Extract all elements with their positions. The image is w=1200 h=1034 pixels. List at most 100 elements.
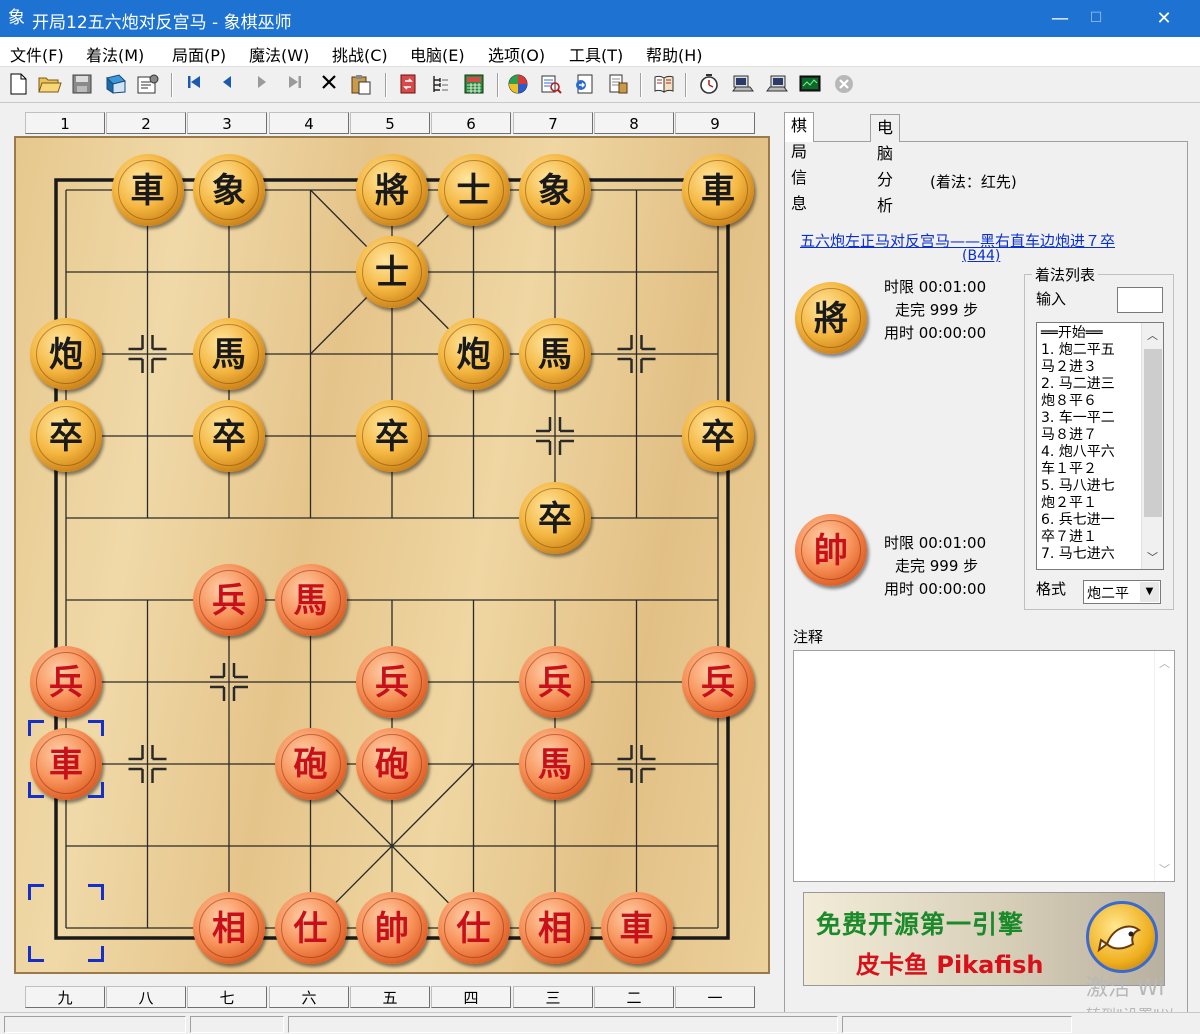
scroll-up-icon[interactable]: ︿ <box>1147 327 1158 343</box>
red-piece[interactable]: 相 <box>193 892 265 964</box>
machine2-icon[interactable] <box>765 73 789 97</box>
save-icon[interactable] <box>70 73 94 97</box>
menu-file[interactable]: 文件(F) <box>10 42 64 66</box>
red-piece[interactable]: 兵 <box>519 646 591 718</box>
clock-icon[interactable] <box>697 73 721 97</box>
piece-char: 兵 <box>688 652 748 712</box>
piece-char: 砲 <box>280 734 341 794</box>
machine-icon[interactable] <box>731 73 755 97</box>
movelist-item[interactable]: 7. 马七进六 <box>1041 546 1115 562</box>
opening-code-link[interactable]: (B44) <box>962 248 1000 264</box>
movelist-item[interactable]: 炮２平１ <box>1041 495 1097 511</box>
menu-position[interactable]: 局面(P) <box>172 42 226 66</box>
black-piece[interactable]: 炮 <box>437 318 510 390</box>
red-piece[interactable]: 馬 <box>274 564 347 636</box>
black-piece[interactable]: 卒 <box>682 400 754 472</box>
next-move-icon[interactable] <box>250 73 274 97</box>
movelist-item[interactable]: 卒７进１ <box>1041 529 1097 545</box>
book-icon[interactable] <box>104 73 128 97</box>
xiangqi-board[interactable]: 車象將士象車士炮馬炮馬卒卒卒卒卒兵馬兵兵兵兵車砲砲馬相仕帥仕相車 <box>14 136 770 974</box>
scroll-down-icon[interactable]: ﹀ <box>1147 549 1158 565</box>
movelist-input[interactable] <box>1117 287 1163 313</box>
black-piece[interactable]: 卒 <box>519 482 591 554</box>
movelist-item[interactable]: 马２进３ <box>1041 359 1097 375</box>
movelist-scrollbar[interactable]: ︿ ﹀ <box>1141 323 1163 569</box>
red-piece[interactable]: 兵 <box>356 646 428 718</box>
red-piece[interactable]: 兵 <box>193 564 265 636</box>
movelist-item[interactable]: 3. 车一平二 <box>1041 410 1115 426</box>
notes-textarea[interactable]: ︿ ﹀ <box>793 650 1175 882</box>
delete-icon[interactable] <box>317 73 341 97</box>
movelist-item[interactable]: 马８进７ <box>1041 427 1097 443</box>
black-piece[interactable]: 士 <box>356 236 428 308</box>
print-icon[interactable] <box>606 73 630 97</box>
movelist-item[interactable]: 4. 炮八平六 <box>1041 444 1115 460</box>
movelist-item[interactable]: ══开始══ <box>1041 325 1103 341</box>
monitor-icon[interactable] <box>798 73 822 97</box>
library-icon[interactable] <box>652 73 676 97</box>
red-piece[interactable]: 馬 <box>519 728 591 800</box>
red-piece[interactable]: 兵 <box>30 646 102 718</box>
format-select[interactable]: 炮二平 ▼ <box>1083 580 1161 604</box>
analyze-icon[interactable] <box>539 73 563 97</box>
black-piece[interactable]: 馬 <box>519 318 591 390</box>
close-button[interactable]: ✕ <box>1136 0 1192 37</box>
movelist-item[interactable]: 2. 马二进三 <box>1041 376 1115 392</box>
menu-computer[interactable]: 电脑(E) <box>410 42 465 66</box>
red-piece[interactable]: 車 <box>600 892 673 964</box>
tree-icon[interactable] <box>429 73 453 97</box>
flip-icon[interactable] <box>396 73 420 97</box>
tab-computer-analysis[interactable]: 电脑分析 <box>870 114 901 215</box>
red-piece[interactable]: 兵 <box>682 646 754 718</box>
last-move-icon[interactable] <box>283 73 307 97</box>
movelist-item[interactable]: 车１平２ <box>1041 461 1097 477</box>
movelist-item[interactable]: 6. 兵七进一 <box>1041 512 1115 528</box>
paste-icon[interactable] <box>349 73 373 97</box>
engine-icon[interactable] <box>506 73 530 97</box>
black-piece[interactable]: 士 <box>437 154 510 226</box>
scroll-up-icon[interactable]: ︿ <box>1159 655 1170 671</box>
black-piece[interactable]: 車 <box>111 154 184 226</box>
black-piece[interactable]: 炮 <box>30 318 102 390</box>
menu-magic[interactable]: 魔法(W) <box>249 42 309 66</box>
menu-options[interactable]: 选项(O) <box>488 42 545 66</box>
prev-move-icon[interactable] <box>215 73 239 97</box>
red-piece[interactable]: 仕 <box>437 892 510 964</box>
tab-game-info[interactable]: 棋局信息 <box>784 112 815 213</box>
title-bar: 象 开局12五六炮对反宫马 - 象棋巫师 — ☐ ✕ <box>0 0 1200 37</box>
menu-moves[interactable]: 着法(M) <box>86 42 144 66</box>
black-piece[interactable]: 卒 <box>193 400 265 472</box>
export-icon[interactable] <box>572 73 596 97</box>
black-piece[interactable]: 象 <box>193 154 265 226</box>
menu-tools[interactable]: 工具(T) <box>569 42 623 66</box>
menu-help[interactable]: 帮助(H) <box>646 42 703 66</box>
stop-icon[interactable] <box>832 73 856 97</box>
menu-challenge[interactable]: 挑战(C) <box>332 42 388 66</box>
first-move-icon[interactable] <box>182 73 206 97</box>
black-piece[interactable]: 車 <box>682 154 754 226</box>
red-piece[interactable]: 砲 <box>356 728 428 800</box>
notes-scrollbar[interactable]: ︿ ﹀ <box>1154 651 1174 881</box>
black-piece[interactable]: 將 <box>356 154 428 226</box>
red-piece[interactable]: 砲 <box>274 728 347 800</box>
red-piece[interactable]: 相 <box>519 892 591 964</box>
red-piece[interactable]: 仕 <box>274 892 347 964</box>
movelist-item[interactable]: 5. 马八进七 <box>1041 478 1115 494</box>
black-piece[interactable]: 卒 <box>356 400 428 472</box>
black-piece[interactable]: 象 <box>519 154 591 226</box>
maximize-button[interactable]: ☐ <box>1068 0 1124 37</box>
new-icon[interactable] <box>6 73 30 97</box>
chevron-down-icon[interactable]: ▼ <box>1140 582 1159 602</box>
red-piece[interactable]: 帥 <box>356 892 428 964</box>
properties-icon[interactable] <box>136 73 160 97</box>
black-piece[interactable]: 馬 <box>193 318 265 390</box>
scroll-thumb[interactable] <box>1144 349 1162 517</box>
opening-name-link[interactable]: 五六炮左正马对反宫马——黑右直车边炮进７卒 <box>800 230 1115 251</box>
movelist-box[interactable]: ══开始══ 1. 炮二平五 马２进３ 2. 马二进三 炮８平６ 3. 车一平二 马８… <box>1036 322 1164 570</box>
movelist-item[interactable]: 1. 炮二平五 <box>1041 342 1115 358</box>
open-icon[interactable] <box>38 73 62 97</box>
black-piece[interactable]: 卒 <box>30 400 102 472</box>
movelist-item[interactable]: 炮８平６ <box>1041 393 1097 409</box>
calc-icon[interactable] <box>462 73 486 97</box>
scroll-down-icon[interactable]: ﹀ <box>1159 861 1170 877</box>
